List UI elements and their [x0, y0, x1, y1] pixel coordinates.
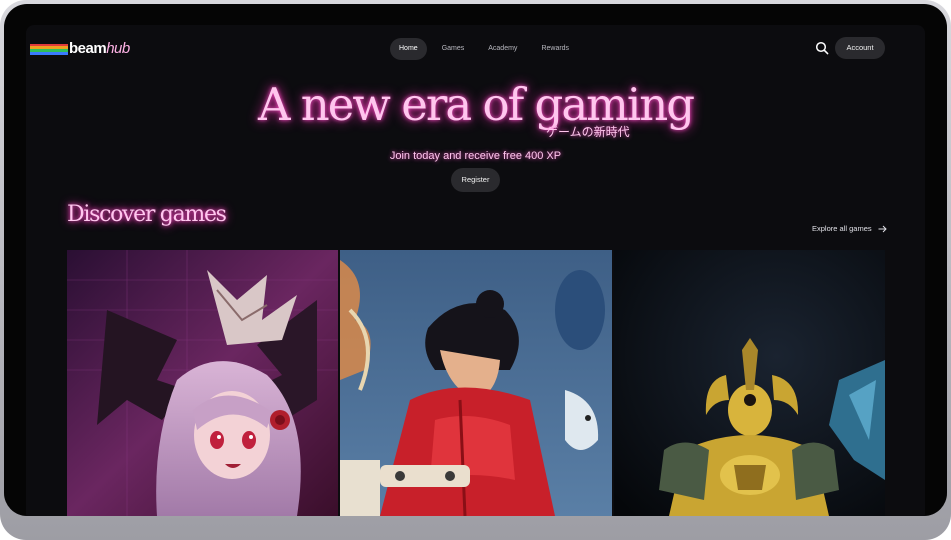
explore-all-games-label: Explore all games: [812, 224, 872, 233]
explore-all-games-link[interactable]: Explore all games: [812, 224, 887, 233]
logo-text-beam: beam: [69, 40, 107, 57]
nav-item-games[interactable]: Games: [433, 38, 474, 60]
hero-subtitle-japanese: ゲームの新時代: [546, 125, 630, 139]
nav-item-academy[interactable]: Academy: [479, 38, 526, 60]
discover-heading: Discover games: [67, 202, 227, 227]
main-nav: Home Games Academy Rewards: [390, 38, 578, 60]
game-card-grid: [67, 250, 885, 516]
hero-title: A new era of gaming: [257, 78, 695, 131]
nav-item-home[interactable]: Home: [390, 38, 427, 60]
arrow-right-icon: [878, 225, 887, 232]
logo-text: beamhub: [69, 40, 130, 57]
beamhub-logo[interactable]: beamhub: [30, 40, 130, 57]
account-button[interactable]: Account: [835, 37, 885, 59]
nav-item-rewards[interactable]: Rewards: [532, 38, 578, 60]
game-card-boy-in-red-jacket[interactable]: [340, 250, 612, 516]
hero-tagline: Join today and receive free 400 XP: [389, 150, 562, 162]
game-card-anime-demon-girl[interactable]: [67, 250, 338, 516]
boy-in-red-jacket-artwork: [340, 250, 612, 516]
register-button[interactable]: Register: [451, 168, 500, 192]
logo-stripes: [30, 43, 68, 55]
golden-horned-warrior-artwork: [614, 250, 885, 516]
app-screen: beamhub Home Games Academy Rewards Accou…: [26, 25, 925, 516]
logo-text-hub: hub: [106, 40, 130, 57]
game-card-golden-horned-warrior[interactable]: [614, 250, 885, 516]
anime-demon-girl-artwork: [67, 250, 338, 516]
logo-stripe-blue: [30, 51, 68, 55]
search-icon[interactable]: [815, 41, 829, 55]
